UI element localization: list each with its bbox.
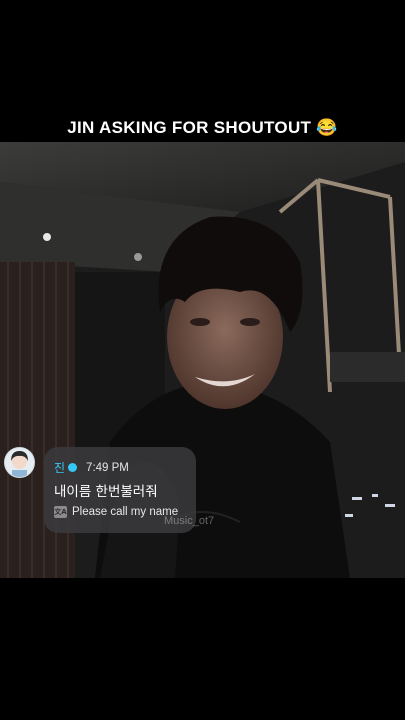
watermark: Music_ot7 — [164, 515, 215, 527]
verified-badge-icon — [68, 463, 78, 472]
video-caption: JIN ASKING FOR SHOUTOUT 😂 — [0, 118, 405, 138]
comment-meta: 진 7:49 PM — [54, 459, 129, 476]
comment-message: 내이름 한번불러줘 — [54, 484, 158, 500]
translation-row: 文A Please call my name — [54, 506, 178, 518]
comment-time: 7:49 PM — [86, 461, 129, 474]
caption-text: JIN ASKING FOR SHOUTOUT — [67, 118, 312, 137]
translate-icon: 文A — [54, 506, 67, 518]
laughing-emoji-icon: 😂 — [316, 118, 338, 137]
user-avatar[interactable] — [4, 447, 35, 478]
username[interactable]: 진 — [54, 459, 65, 476]
avatar-image-icon — [5, 448, 34, 477]
translation-text: Please call my name — [72, 506, 179, 518]
